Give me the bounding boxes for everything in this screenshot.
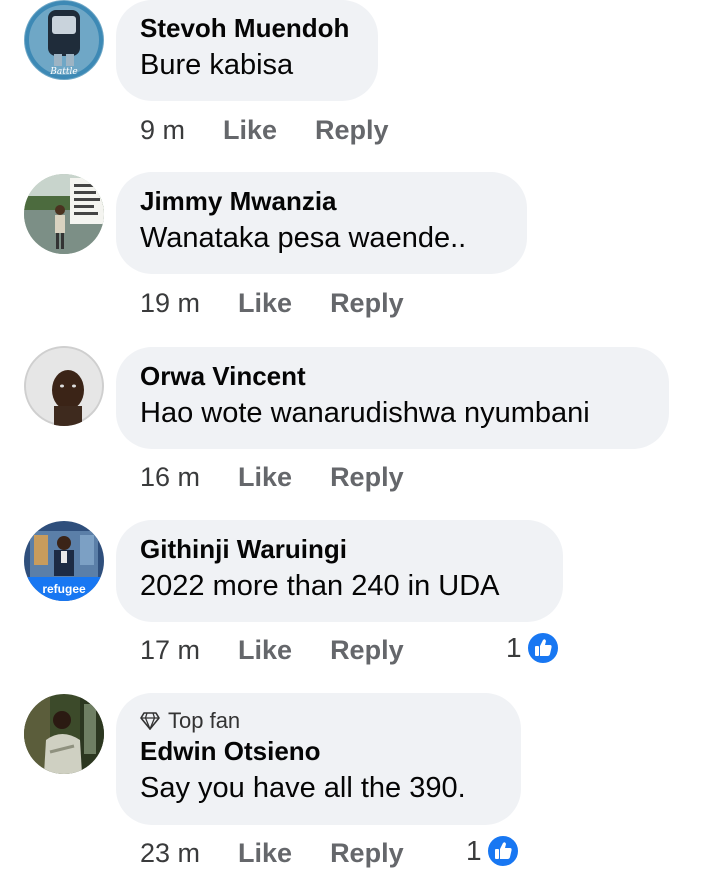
like-button[interactable]: Like	[238, 635, 292, 666]
comment-text: Hao wote wanarudishwa nyumbani	[140, 397, 590, 429]
comment-bubble: Jimmy Mwanzia Wanataka pesa waende..	[116, 172, 527, 274]
comment-bubble: Orwa Vincent Hao wote wanarudishwa nyumb…	[116, 347, 669, 449]
like-reaction-icon	[485, 834, 520, 868]
reaction-summary[interactable]: 1	[506, 631, 560, 665]
comment-actions: 19 m Like Reply	[140, 288, 404, 319]
comment-author[interactable]: Stevoh Muendoh	[140, 12, 352, 44]
avatar-image: refugee	[24, 521, 104, 601]
reply-button[interactable]: Reply	[330, 838, 404, 869]
reply-button[interactable]: Reply	[330, 462, 404, 493]
comment-text: Wanataka pesa waende..	[140, 222, 467, 254]
like-button[interactable]: Like	[238, 838, 292, 869]
avatar[interactable]	[24, 694, 104, 774]
avatar-image	[24, 174, 104, 254]
comment-bubble: Githinji Waruingi 2022 more than 240 in …	[116, 520, 563, 622]
reaction-count: 1	[506, 632, 522, 663]
like-button[interactable]: Like	[238, 288, 292, 319]
comment-author[interactable]: Jimmy Mwanzia	[140, 185, 501, 217]
avatar[interactable]: Battle	[24, 0, 104, 80]
comment-author[interactable]: Orwa Vincent	[140, 360, 643, 392]
comment-actions: 16 m Like Reply	[140, 462, 404, 493]
comment-author[interactable]: Githinji Waruingi	[140, 533, 537, 565]
comment-time[interactable]: 23 m	[140, 838, 200, 869]
avatar[interactable]	[24, 346, 104, 426]
comment-actions: 23 m Like Reply	[140, 838, 404, 869]
avatar-image: Battle	[24, 0, 104, 80]
comment-author[interactable]: Edwin Otsieno	[140, 735, 495, 767]
like-reaction-icon	[525, 631, 560, 665]
diamond-icon	[140, 712, 160, 730]
top-fan-badge: Top fan	[140, 707, 495, 735]
comment-time[interactable]: 19 m	[140, 288, 200, 319]
comment-text: Say you have all the 390.	[140, 772, 466, 804]
like-button[interactable]: Like	[238, 462, 292, 493]
avatar-caption: Battle	[49, 67, 77, 77]
comment-time[interactable]: 16 m	[140, 462, 200, 493]
reply-button[interactable]: Reply	[330, 635, 404, 666]
avatar-image	[24, 346, 104, 426]
avatar-caption: refugee	[42, 582, 86, 596]
reaction-summary[interactable]: 1	[466, 834, 520, 868]
like-button[interactable]: Like	[223, 115, 277, 146]
comment-text: Bure kabisa	[140, 49, 294, 81]
reply-button[interactable]: Reply	[315, 115, 389, 146]
comment-bubble: Top fan Edwin Otsieno Say you have all t…	[116, 693, 521, 825]
comment-time[interactable]: 9 m	[140, 115, 185, 146]
comment-text: 2022 more than 240 in UDA	[140, 570, 500, 602]
reply-button[interactable]: Reply	[330, 288, 404, 319]
comment-actions: 17 m Like Reply	[140, 635, 404, 666]
comment-bubble: Stevoh Muendoh Bure kabisa	[116, 0, 378, 101]
badge-label: Top fan	[168, 708, 241, 733]
avatar[interactable]	[24, 174, 104, 254]
comment-time[interactable]: 17 m	[140, 635, 200, 666]
avatar-image	[24, 694, 104, 774]
comment-actions: 9 m Like Reply	[140, 115, 389, 146]
reaction-count: 1	[466, 835, 482, 866]
avatar[interactable]: refugee	[24, 521, 104, 601]
